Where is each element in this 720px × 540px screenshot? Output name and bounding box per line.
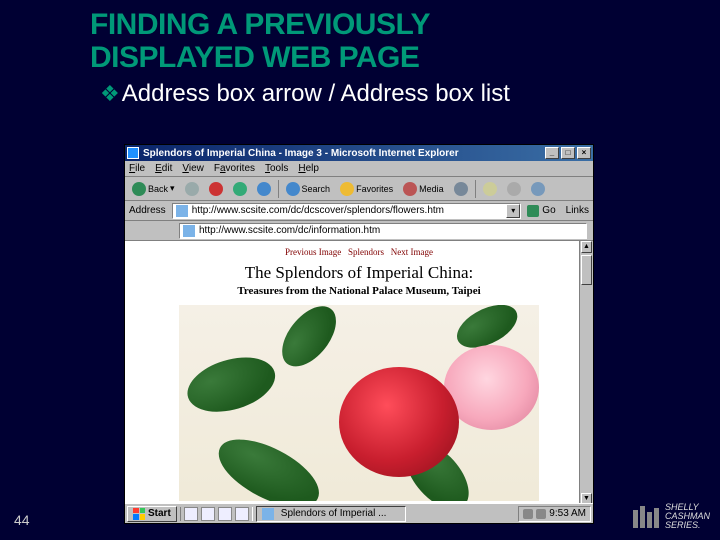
- minimize-button[interactable]: _: [545, 147, 559, 159]
- next-image-link[interactable]: Next Image: [391, 247, 433, 257]
- go-button[interactable]: Go: [523, 205, 559, 217]
- address-box[interactable]: http://www.scsite.com/dc/dcscover/splend…: [172, 203, 522, 219]
- address-box-arrow[interactable]: ▾: [506, 204, 520, 218]
- system-tray: 9:53 AM: [518, 506, 591, 522]
- menu-help[interactable]: Help: [298, 163, 319, 174]
- brand-text: SHELLY CASHMAN SERIES.: [665, 503, 710, 530]
- slide-title: FINDING A PREVIOUSLY DISPLAYED WEB PAGE: [0, 0, 720, 74]
- titlebar[interactable]: Splendors of Imperial China - Image 3 - …: [125, 145, 593, 161]
- home-icon: [257, 182, 271, 196]
- page-heading: The Splendors of Imperial China:: [133, 263, 585, 283]
- history-icon: [454, 182, 468, 196]
- slide-bullet: ❖ Address box arrow / Address box list: [0, 74, 720, 108]
- address-list-value: http://www.scsite.com/dc/information.htm: [199, 225, 380, 236]
- search-label: Search: [302, 184, 331, 194]
- forward-button[interactable]: [182, 180, 202, 198]
- media-icon: [403, 182, 417, 196]
- menu-tools[interactable]: Tools: [265, 163, 288, 174]
- tray-icon[interactable]: [523, 509, 533, 519]
- home-button[interactable]: [254, 180, 274, 198]
- splendors-link[interactable]: Splendors: [348, 247, 384, 257]
- taskbar-active-window[interactable]: Splendors of Imperial ...: [256, 506, 406, 522]
- page-nav-links: Previous Image Splendors Next Image: [133, 245, 585, 263]
- stop-icon: [209, 182, 223, 196]
- address-label: Address: [129, 205, 166, 216]
- search-icon: [286, 182, 300, 196]
- star-icon: [340, 182, 354, 196]
- address-list-item[interactable]: http://www.scsite.com/dc/information.htm: [179, 223, 587, 239]
- refresh-icon: [233, 182, 247, 196]
- refresh-button[interactable]: [230, 180, 250, 198]
- links-label[interactable]: Links: [560, 205, 589, 216]
- page-icon: [183, 225, 195, 237]
- tray-icon[interactable]: [536, 509, 546, 519]
- slide-title-line2: DISPLAYED WEB PAGE: [90, 41, 720, 74]
- edit-button[interactable]: [528, 180, 548, 198]
- media-label: Media: [419, 184, 444, 194]
- go-icon: [527, 205, 539, 217]
- clock: 9:53 AM: [549, 508, 586, 519]
- quick-launch: [180, 507, 253, 521]
- slide-number: 44: [14, 512, 30, 528]
- taskbar: Start Splendors of Imperial ... 9:53 AM: [125, 503, 593, 523]
- maximize-button[interactable]: □: [561, 147, 575, 159]
- scroll-thumb[interactable]: [581, 255, 592, 285]
- toolbar: Back ▾ Search Favorites Media: [125, 177, 593, 201]
- quick-launch-icon[interactable]: [201, 507, 215, 521]
- quick-launch-icon[interactable]: [235, 507, 249, 521]
- back-button[interactable]: Back ▾: [129, 180, 178, 198]
- slide-bullet-text: Address box arrow / Address box list: [122, 80, 510, 108]
- start-button[interactable]: Start: [127, 506, 177, 522]
- quick-launch-icon[interactable]: [218, 507, 232, 521]
- page-icon: [176, 205, 188, 217]
- start-label: Start: [148, 508, 171, 519]
- menu-view[interactable]: View: [182, 163, 204, 174]
- books-icon: [633, 506, 659, 528]
- ie-icon: [127, 147, 139, 159]
- stop-button[interactable]: [206, 180, 226, 198]
- favorites-label: Favorites: [356, 184, 393, 194]
- go-label: Go: [542, 205, 555, 216]
- menu-favorites[interactable]: Favorites: [214, 163, 255, 174]
- mail-icon: [483, 182, 497, 196]
- menubar: File Edit View Favorites Tools Help: [125, 161, 593, 177]
- prev-image-link[interactable]: Previous Image: [285, 247, 341, 257]
- back-arrow-icon: [132, 182, 146, 196]
- print-icon: [507, 182, 521, 196]
- vertical-scrollbar[interactable]: ▲ ▼: [579, 241, 593, 505]
- window-title: Splendors of Imperial China - Image 3 - …: [143, 148, 459, 159]
- forward-arrow-icon: [185, 182, 199, 196]
- favorites-button[interactable]: Favorites: [337, 180, 396, 198]
- address-box-list: http://www.scsite.com/dc/information.htm: [125, 221, 593, 241]
- page-subheading: Treasures from the National Palace Museu…: [133, 285, 585, 297]
- quick-launch-icon[interactable]: [184, 507, 198, 521]
- scroll-up-arrow-icon[interactable]: ▲: [581, 241, 592, 253]
- menu-edit[interactable]: Edit: [155, 163, 172, 174]
- mail-button[interactable]: [480, 180, 500, 198]
- print-button[interactable]: [504, 180, 524, 198]
- windows-logo-icon: [133, 508, 145, 520]
- back-label: Back: [148, 184, 168, 194]
- painting-image: [179, 305, 539, 501]
- address-bar: Address http://www.scsite.com/dc/dcscove…: [125, 201, 593, 221]
- media-button[interactable]: Media: [400, 180, 447, 198]
- ie-icon: [262, 508, 274, 520]
- edit-icon: [531, 182, 545, 196]
- bullet-diamond-icon: ❖: [100, 81, 120, 107]
- search-button[interactable]: Search: [283, 180, 334, 198]
- close-button[interactable]: ×: [577, 147, 591, 159]
- history-button[interactable]: [451, 180, 471, 198]
- address-value: http://www.scsite.com/dc/dcscover/splend…: [192, 205, 444, 216]
- browser-window: Splendors of Imperial China - Image 3 - …: [124, 144, 594, 524]
- menu-file[interactable]: File: [129, 163, 145, 174]
- task-label: Splendors of Imperial ...: [281, 508, 387, 519]
- branding: SHELLY CASHMAN SERIES.: [633, 503, 710, 530]
- slide-title-line1: FINDING A PREVIOUSLY: [90, 8, 720, 41]
- page-viewport: Previous Image Splendors Next Image The …: [125, 241, 593, 505]
